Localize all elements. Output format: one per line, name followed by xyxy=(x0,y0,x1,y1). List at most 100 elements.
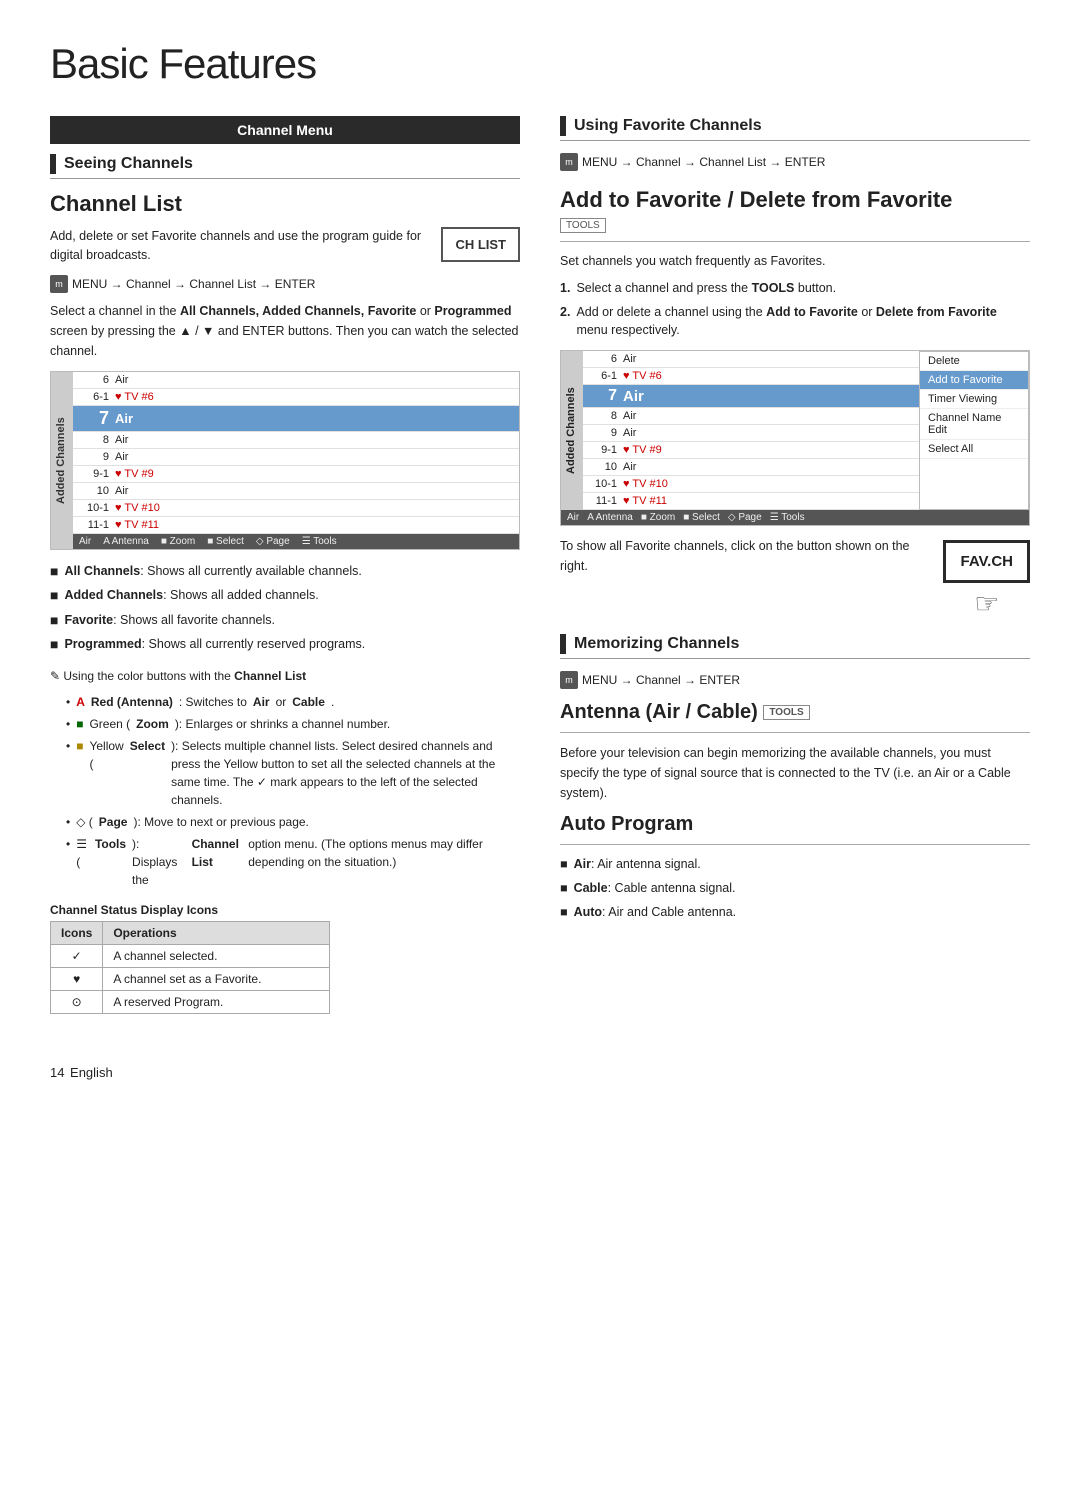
fav-ch-row: 9-1 ♥ TV #9 xyxy=(583,442,919,459)
channel-list-desc-text: Add, delete or set Favorite channels and… xyxy=(50,227,427,265)
ctx-delete[interactable]: Delete xyxy=(920,352,1028,371)
channel-list-title: Channel List xyxy=(50,191,520,217)
fav-list-mockup: Added Channels 6 Air 6-1 ♥ TV #6 7 Air xyxy=(560,350,1030,526)
table-row: ⊙ A reserved Program. xyxy=(51,990,330,1013)
ch-num: 9-1 xyxy=(79,468,109,480)
fav-ch-table: 6 Air 6-1 ♥ TV #6 7 Air 8 xyxy=(583,351,919,510)
bullet-icon: ■ xyxy=(560,855,568,874)
auto-program-air: ■ Air: Air antenna signal. xyxy=(560,855,1030,874)
note-section: ✎ Using the color buttons with the Chann… xyxy=(50,667,520,685)
section-accent xyxy=(560,634,566,654)
fav-ch-row: 8 Air xyxy=(583,408,919,425)
ch-name: Air xyxy=(115,451,513,463)
select-info: Select a channel in the All Channels, Ad… xyxy=(50,301,520,361)
status-icon-heart: ♥ xyxy=(51,967,103,990)
status-table-header-icons: Icons xyxy=(51,921,103,944)
fav-sidebar-label: Added Channels xyxy=(561,351,583,510)
ch-name: ♥ TV #11 xyxy=(115,519,513,531)
auto-program-title: Auto Program xyxy=(560,813,1030,836)
ch-num: 10-1 xyxy=(79,502,109,514)
channel-list-menu-path: m MENU → Channel → Channel List → ENTER xyxy=(50,275,520,293)
fav-steps: 1. Select a channel and press the TOOLS … xyxy=(560,279,1030,340)
ch-row: 9 Air xyxy=(73,449,519,466)
fav-ch-row: 10 Air xyxy=(583,459,919,476)
page-number: 14 English xyxy=(50,1060,1030,1083)
sub-bullet-list: A Red (Antenna): Switches to Air or Cabl… xyxy=(66,693,520,889)
sub-bullet-green: ■ Green (Zoom): Enlarges or shrinks a ch… xyxy=(66,715,520,733)
ch-name: Air xyxy=(115,411,513,426)
ch-name: ♥ TV #9 xyxy=(115,468,513,480)
ch-name: Air xyxy=(115,485,513,497)
fav-show-text: To show all Favorite channels, click on … xyxy=(560,536,927,576)
ch-num: 7 xyxy=(79,408,109,429)
channel-menu-bar: Channel Menu xyxy=(50,116,520,144)
memorizing-title: Memorizing Channels xyxy=(574,635,739,653)
fav-ch-button[interactable]: FAV.CH xyxy=(943,540,1030,583)
menu-icon: m xyxy=(560,153,578,171)
fav-ch-row: 10-1 ♥ TV #10 xyxy=(583,476,919,493)
antenna-desc: Before your television can begin memoriz… xyxy=(560,743,1030,803)
ctx-add-to-favorite[interactable]: Add to Favorite xyxy=(920,371,1028,390)
ch-list-button[interactable]: CH LIST xyxy=(441,227,520,262)
bullet-programmed: ■ Programmed: Shows all currently reserv… xyxy=(50,635,520,655)
sub-bullet-page: ◇ (Page): Move to next or previous page. xyxy=(66,813,520,831)
menu-path-text: MENU → Channel → Channel List → ENTER xyxy=(582,155,825,169)
ch-row: 6-1 ♥ TV #6 xyxy=(73,389,519,406)
ch-row: 11-1 ♥ TV #11 xyxy=(73,517,519,534)
auto-program-air-text: Air: Air antenna signal. xyxy=(574,855,701,874)
ctx-select-all[interactable]: Select All xyxy=(920,440,1028,459)
memorizing-menu-path: m MENU → Channel → ENTER xyxy=(560,671,1030,689)
ch-row: 8 Air xyxy=(73,432,519,449)
left-column: Channel Menu Seeing Channels Channel Lis… xyxy=(50,116,520,1030)
fav-ch-status-bar: AirA Antenna■ Zoom■ Select◇ Page☰ Tools xyxy=(561,510,1029,525)
bullet-favorite: ■ Favorite: Shows all favorite channels. xyxy=(50,611,520,631)
fav-ch-row-highlighted: 7 Air xyxy=(583,385,919,408)
ch-name: ♥ TV #10 xyxy=(115,502,513,514)
right-column: Using Favorite Channels m MENU → Channel… xyxy=(560,116,1030,1030)
channel-list-mockup: Added Channels 6 Air 6-1 ♥ TV #6 7 Air 8 xyxy=(50,371,520,550)
bullet-text: Programmed: Shows all currently reserved… xyxy=(64,635,365,654)
section-accent xyxy=(560,116,566,136)
fav-description: Set channels you watch frequently as Fav… xyxy=(560,252,1030,271)
bullet-text: Added Channels: Shows all added channels… xyxy=(64,586,318,605)
ch-sidebar-label: Added Channels xyxy=(51,372,73,549)
ch-num: 6-1 xyxy=(79,391,109,403)
page-title: Basic Features xyxy=(50,40,1030,88)
hand-icon: ☞ xyxy=(943,587,1030,620)
ch-row: 9-1 ♥ TV #9 xyxy=(73,466,519,483)
mem-path-text: MENU → Channel → ENTER xyxy=(582,673,740,687)
section-divider xyxy=(560,844,1030,845)
bullet-icon: ■ xyxy=(50,562,58,582)
auto-program-cable-text: Cable: Cable antenna signal. xyxy=(574,879,736,898)
bullet-icon: ■ xyxy=(50,635,58,655)
section-accent xyxy=(50,154,56,174)
channel-list-description: Add, delete or set Favorite channels and… xyxy=(50,227,520,265)
ctx-timer-viewing[interactable]: Timer Viewing xyxy=(920,390,1028,409)
table-row: ✓ A channel selected. xyxy=(51,944,330,967)
bullet-icon: ■ xyxy=(50,611,58,631)
status-icon-reserved: ⊙ xyxy=(51,990,103,1013)
bullet-icon: ■ xyxy=(560,903,568,922)
ch-row-highlighted: 7 Air xyxy=(73,406,519,432)
auto-program-auto: ■ Auto: Air and Cable antenna. xyxy=(560,903,1030,922)
seeing-channels-title: Seeing Channels xyxy=(64,155,193,173)
fav-ch-row: 6-1 ♥ TV #6 xyxy=(583,368,919,385)
ch-num: 10 xyxy=(79,485,109,497)
tools-badge: TOOLS xyxy=(560,218,606,233)
step-text: Add or delete a channel using the Add to… xyxy=(576,303,1030,341)
bullet-all-channels: ■ All Channels: Shows all currently avai… xyxy=(50,562,520,582)
bullet-icon: ■ xyxy=(50,586,58,606)
ch-row: 6 Air xyxy=(73,372,519,389)
step-num: 1. xyxy=(560,279,570,298)
step-num: 2. xyxy=(560,303,570,341)
fav-ch-row: 9 Air xyxy=(583,425,919,442)
memorizing-section: Memorizing Channels xyxy=(560,634,1030,659)
using-fav-menu-path: m MENU → Channel → Channel List → ENTER xyxy=(560,153,1030,171)
ctx-channel-name-edit[interactable]: Channel Name Edit xyxy=(920,409,1028,440)
using-fav-title: Using Favorite Channels xyxy=(574,117,762,135)
antenna-tools-badge: TOOLS xyxy=(763,705,809,720)
antenna-title: Antenna (Air / Cable) TOOLS xyxy=(560,701,1030,724)
section-divider xyxy=(560,732,1030,733)
fav-ch-row: 11-1 ♥ TV #11 xyxy=(583,493,919,510)
ch-row: 10 Air xyxy=(73,483,519,500)
